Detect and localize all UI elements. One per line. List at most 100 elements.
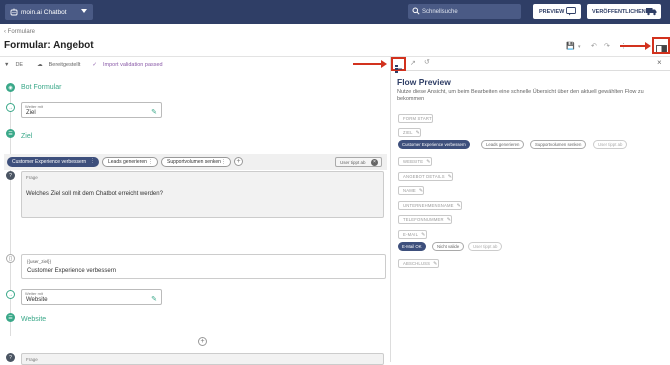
check-icon: ✓ (92, 62, 97, 68)
field-label: Frage (26, 175, 38, 180)
close-icon[interactable]: × (657, 58, 662, 67)
preview-label: PREVIEW (539, 8, 565, 15)
user-input-label: User tippt ab (340, 159, 366, 165)
tab-flow-preview[interactable] (395, 60, 402, 78)
flow-node-telefonnummer[interactable]: TELEFONNUMMER ✎ (398, 215, 453, 224)
more-icon[interactable]: ⋮ (90, 158, 95, 164)
flow-option-chip[interactable]: Nicht valide (432, 242, 465, 251)
weiter-mit-field[interactable]: Weiter mit Website ✎ (21, 289, 162, 305)
question-textarea[interactable]: Frage (21, 353, 384, 365)
preview-button[interactable]: PREVIEW (533, 4, 581, 19)
save-icon[interactable]: 💾 (566, 42, 575, 50)
status-bar: ▼ DE ☁ Bereitgestellt ✓ Import validatio… (4, 62, 163, 68)
question-text: Welches Ziel soll mit dem Chatbot erreic… (26, 191, 163, 197)
bot-name: moin.ai Chatbot (21, 8, 67, 16)
variable-icon: {} (6, 254, 15, 263)
option-chip[interactable]: Leads generieren ⋮ (102, 157, 158, 167)
field-label: Frage (26, 357, 38, 362)
undo-icon[interactable]: ↶ (591, 42, 597, 50)
flow-option-chip[interactable]: User tippt ab (593, 140, 628, 149)
preview-description: Nutze diese Ansicht, um beim Bearbeiten … (397, 89, 644, 102)
preview-title: Flow Preview (397, 77, 451, 87)
section-title-bot-formular: Bot Formular (21, 84, 62, 91)
search-icon (412, 7, 420, 15)
node-label: ABSCHLUSS (403, 261, 431, 266)
weiter-mit-field[interactable]: Weiter mit Ziel ✎ (21, 102, 162, 118)
chevron-down-icon[interactable]: ▾ (578, 44, 581, 50)
answer-options-bar: Customer Experience verbessern ⋮ Leads ge… (4, 154, 387, 170)
option-label: Customer Experience verbessern (12, 159, 87, 165)
step-icon: ◉ (6, 83, 15, 92)
flow-option-chip[interactable]: User tippt ab (468, 242, 503, 251)
question-textarea[interactable]: Frage Welches Ziel soll mit dem Chatbot … (21, 171, 384, 218)
search-input[interactable]: Schnellsuche (408, 4, 521, 19)
edit-pencil-icon: ✎ (421, 231, 426, 238)
node-label: UNTERNEHMENSNAME (403, 203, 454, 208)
deploy-status: Bereitgestellt (48, 62, 81, 68)
option-chip[interactable]: Supportvolumen senken ⋮ (161, 157, 231, 167)
add-block-button[interactable]: + (198, 337, 207, 346)
flow-tree-icon (395, 65, 402, 73)
field-value: Website (26, 297, 48, 303)
edit-pencil-icon: ✎ (447, 173, 453, 180)
chat-icon (566, 7, 576, 16)
edit-pencil-icon[interactable]: ✎ (151, 295, 157, 303)
breadcrumb-label: Formulare (7, 29, 36, 35)
flow-option-chip[interactable]: E-Mail OK (398, 242, 426, 251)
edit-pencil-icon[interactable]: ✎ (151, 108, 157, 116)
redo-icon[interactable]: ↷ (604, 42, 610, 50)
flow-node-name[interactable]: NAME ✎ (398, 186, 425, 195)
flow-node-ziel[interactable]: ZIEL ✎ (398, 128, 422, 137)
flow-option-chip[interactable]: Leads generieren (481, 140, 525, 149)
question-icon: ? (6, 353, 15, 362)
add-step-icon[interactable]: → (6, 290, 15, 299)
flow-option-chip[interactable]: Customer Experience verbessern (398, 140, 470, 149)
annotation-highlight-box (652, 37, 670, 54)
flow-node-abschluss[interactable]: ABSCHLUSS ✎ (398, 259, 439, 268)
option-chip[interactable]: Customer Experience verbessern ⋮ (7, 157, 99, 167)
form-editor: ◉ Bot Formular → Weiter mit Ziel ✎ ☰ Zie… (0, 72, 390, 362)
field-value: Ziel (26, 110, 36, 116)
annotation-arrow (620, 45, 646, 47)
field-label: Weiter mit (25, 104, 43, 109)
more-icon[interactable]: ⋮ (221, 159, 226, 165)
flow-node-form-start[interactable]: FORM START (398, 114, 433, 123)
language-badge[interactable]: DE (15, 62, 23, 68)
chevron-down-icon (81, 9, 87, 13)
tab-analytics-icon[interactable]: ↗ (410, 59, 416, 67)
annotation-arrow (353, 63, 382, 65)
section-title-website: Website (21, 316, 47, 323)
node-label: ZIEL (403, 130, 413, 135)
bot-icon (10, 8, 18, 16)
node-label: E-MAIL (403, 232, 419, 237)
breadcrumb[interactable]: ‹ Formulare (4, 29, 35, 35)
flow-node-email[interactable]: E-MAIL ✎ (398, 230, 427, 239)
user-input-toggle[interactable]: User tippt ab × (335, 157, 382, 167)
option-label: Leads generieren (108, 159, 147, 165)
variable-field[interactable]: {{user_ziel}} Customer Experience verbes… (21, 254, 386, 279)
filter-icon[interactable]: ▼ (4, 62, 9, 68)
tab-history-icon[interactable]: ↺ (424, 58, 430, 66)
edit-pencil-icon: ✎ (433, 260, 438, 267)
more-icon[interactable]: ⋮ (148, 159, 153, 165)
edit-pencil-icon: ✎ (418, 187, 424, 194)
edit-pencil-icon: ✎ (456, 202, 462, 209)
close-icon[interactable]: × (371, 159, 378, 166)
option-label: Supportvolumen senken (167, 159, 221, 165)
flow-node-website[interactable]: WEBSITE ✎ (398, 157, 432, 166)
node-label: WEBSITE (403, 159, 424, 164)
bot-selector[interactable]: moin.ai Chatbot (5, 4, 93, 20)
flow-node-angebot-details[interactable]: ANGEBOT DETAILS ✎ (398, 172, 454, 181)
truck-icon (646, 8, 657, 16)
edit-pencil-icon: ✎ (415, 129, 421, 136)
page-title: Formular: Angebot (4, 40, 94, 51)
publish-button[interactable]: VERÖFFENTLICHEN (587, 4, 661, 19)
top-bar: moin.ai Chatbot Schnellsuche PREVIEW VER… (0, 0, 670, 24)
add-step-icon[interactable]: → (6, 103, 15, 112)
add-option-button[interactable]: + (234, 157, 243, 166)
edit-pencil-icon: ✎ (426, 158, 431, 165)
flow-option-chip[interactable]: Supportvolumen senken (530, 140, 587, 149)
step-icon: ☰ (6, 129, 15, 138)
preview-tabs (391, 57, 670, 71)
flow-node-unternehmensname[interactable]: UNTERNEHMENSNAME ✎ (398, 201, 463, 210)
